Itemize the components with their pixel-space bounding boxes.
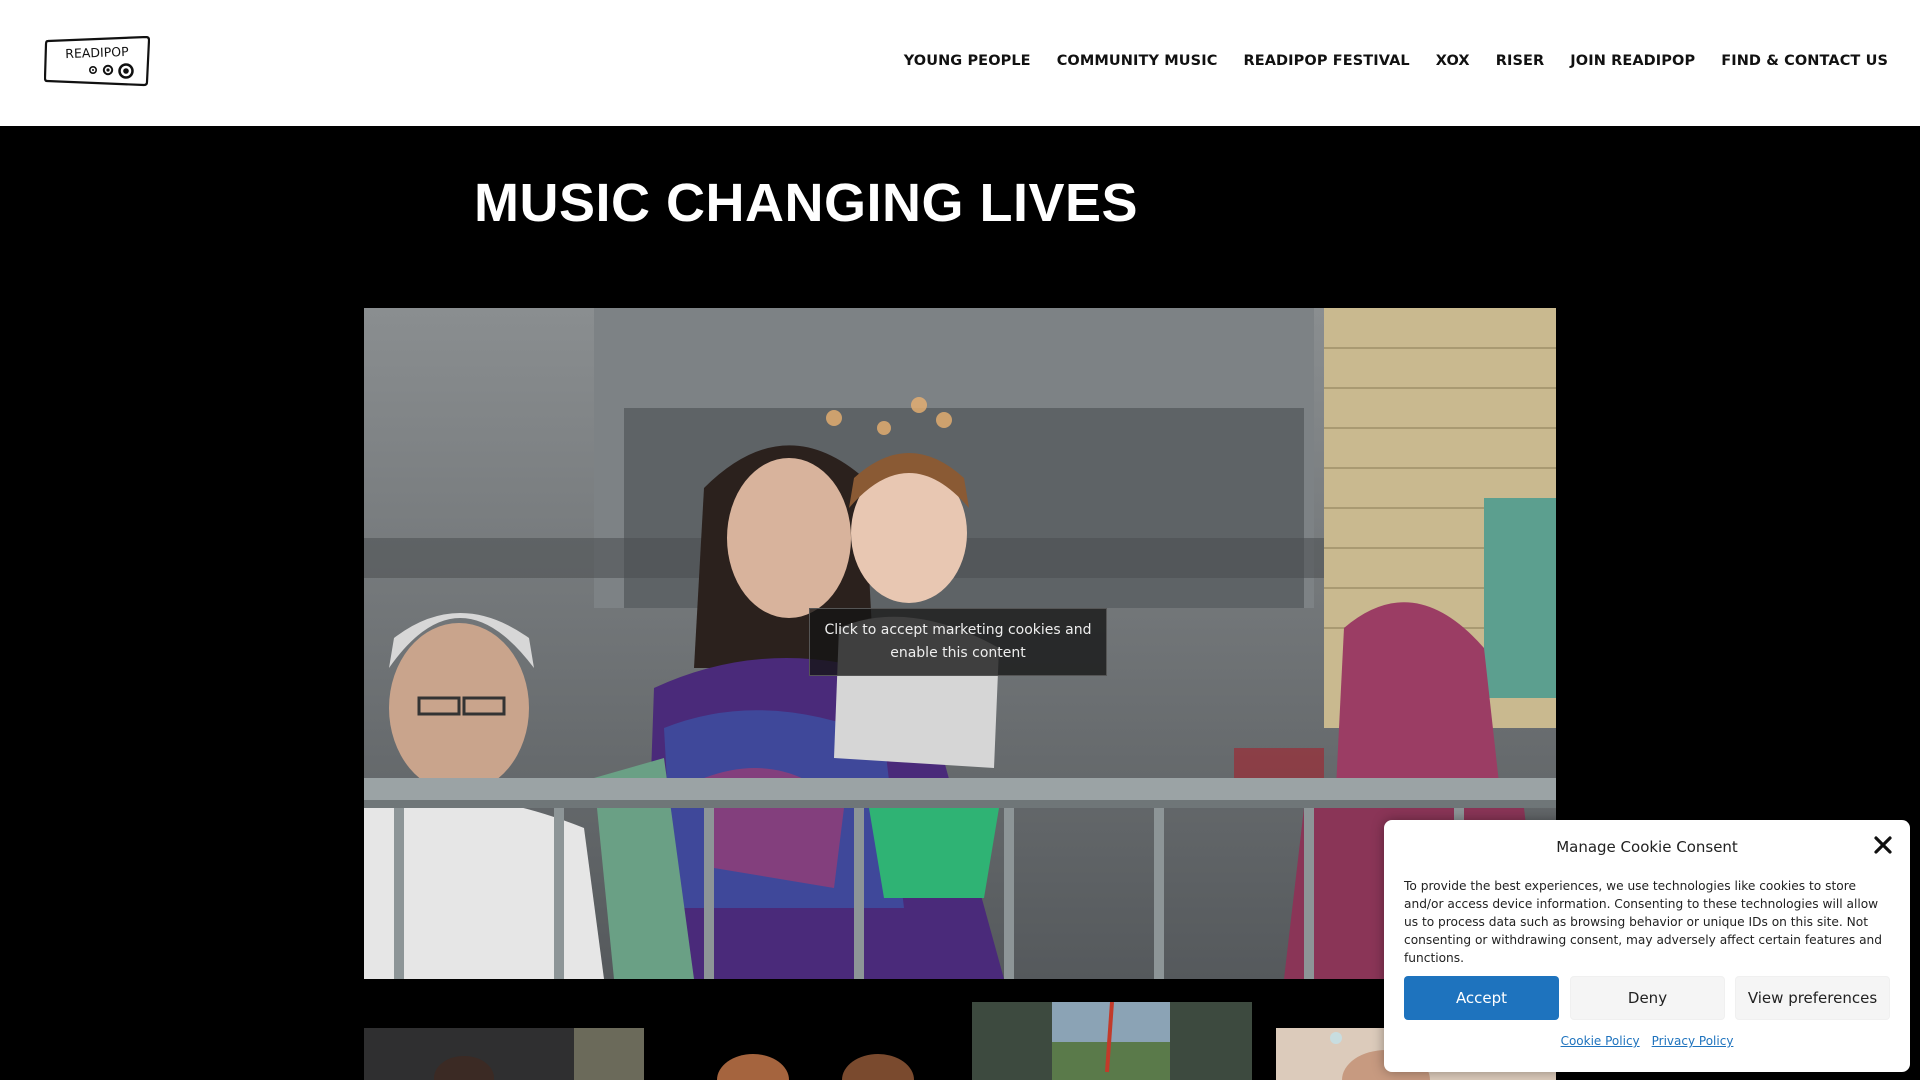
close-icon[interactable] <box>1872 834 1894 856</box>
cookie-consent-title: Manage Cookie Consent <box>1556 838 1738 856</box>
nav-community-music[interactable]: COMMUNITY MUSIC <box>1057 53 1218 69</box>
nav-xox[interactable]: XOX <box>1436 53 1470 69</box>
cookie-consent-body: To provide the best experiences, we use … <box>1404 879 1883 965</box>
nav-find-contact[interactable]: FIND & CONTACT US <box>1721 53 1888 69</box>
cookie-policy-link[interactable]: Cookie Policy <box>1561 1034 1640 1048</box>
deny-button[interactable]: Deny <box>1570 976 1725 1020</box>
consent-policy-links: Cookie Policy Privacy Policy <box>1384 1034 1910 1048</box>
main-navigation: YOUNG PEOPLE COMMUNITY MUSIC READIPOP FE… <box>904 53 1888 69</box>
nav-riser[interactable]: RISER <box>1496 53 1545 69</box>
view-preferences-button[interactable]: View preferences <box>1735 976 1890 1020</box>
nav-join-readipop[interactable]: JOIN READIPOP <box>1570 53 1695 69</box>
gallery-thumbnail-1[interactable] <box>364 1028 644 1080</box>
accept-marketing-cookies-overlay[interactable]: Click to accept marketing cookies and en… <box>809 608 1107 676</box>
gallery-thumbnail-3[interactable] <box>972 1002 1252 1080</box>
readipop-logo[interactable]: READIPOP <box>44 36 150 87</box>
nav-readipop-festival[interactable]: READIPOP FESTIVAL <box>1243 53 1409 69</box>
nav-young-people[interactable]: YOUNG PEOPLE <box>904 53 1031 69</box>
video-embed[interactable]: Click to accept marketing cookies and en… <box>364 308 1556 979</box>
gallery-thumbnail-2[interactable] <box>668 1028 948 1080</box>
site-header: READIPOP YOUNG PEOPLE COMMUNITY MUSIC RE… <box>0 0 1920 126</box>
logo-text: READIPOP <box>65 44 129 61</box>
accept-button[interactable]: Accept <box>1404 976 1559 1020</box>
privacy-policy-link[interactable]: Privacy Policy <box>1652 1034 1734 1048</box>
cookie-consent-dialog: Manage Cookie Consent To provide the bes… <box>1384 820 1910 1072</box>
page-title: MUSIC CHANGING LIVES <box>474 173 1139 233</box>
